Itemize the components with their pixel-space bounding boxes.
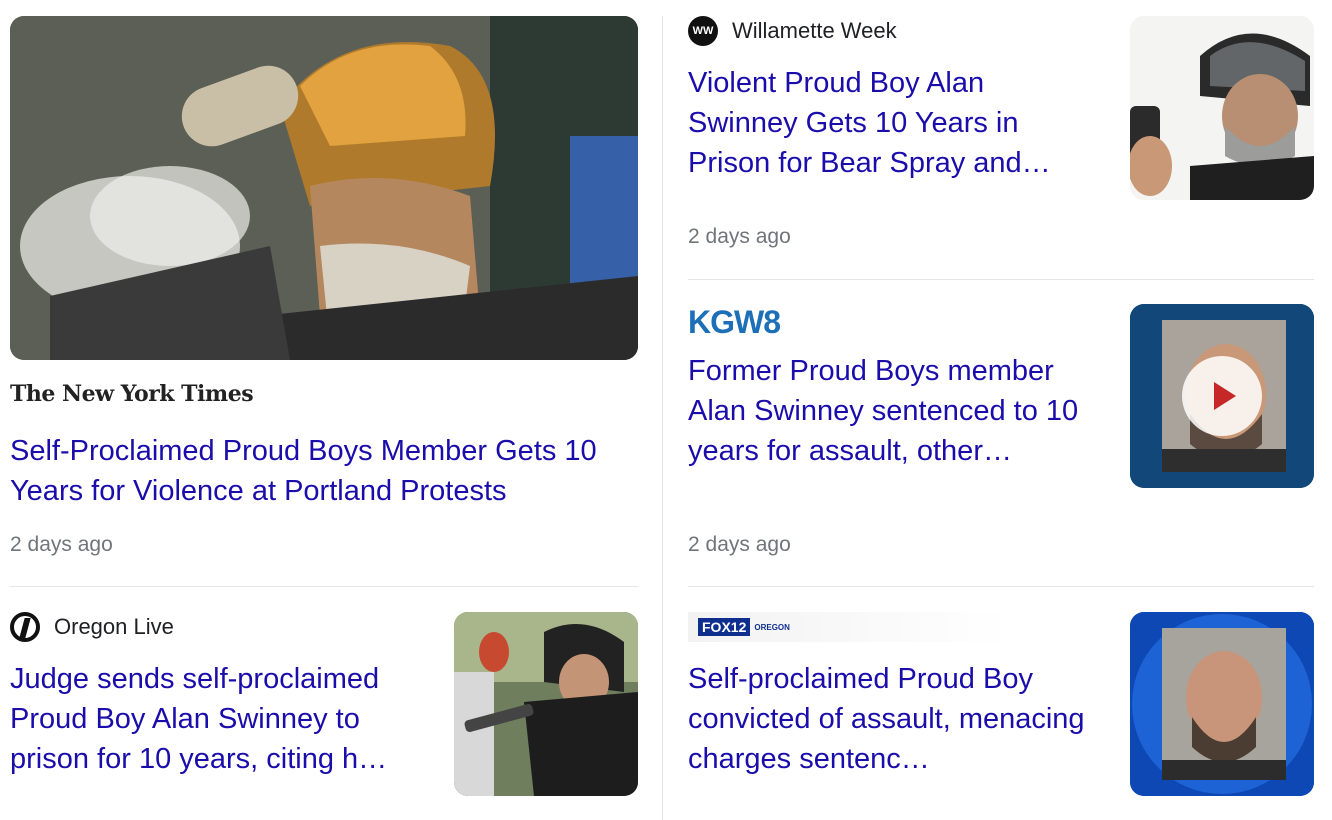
article-headline: Violent Proud Boy Alan Swinney Gets 10 Y… <box>688 67 1051 179</box>
news-card-fox12[interactable]: FOX12 OREGON Self-proclaimed Proud Boy c… <box>688 612 1314 812</box>
article-headline: Self-proclaimed Proud Boy convicted of a… <box>688 663 1085 775</box>
card-divider <box>688 586 1314 587</box>
riot-helmet-man-illustration <box>1130 16 1314 200</box>
article-headline: Self-Proclaimed Proud Boys Member Gets 1… <box>10 435 597 507</box>
oregon-live-logo-icon <box>10 612 40 642</box>
protester-with-gun-illustration <box>454 612 638 796</box>
fox12-logo: FOX12 OREGON <box>688 612 1008 642</box>
article-headline: Judge sends self-proclaimed Proud Boy Al… <box>10 663 388 775</box>
article-image <box>10 16 638 360</box>
source-name: Willamette Week <box>732 18 897 43</box>
article-thumbnail <box>1130 16 1314 200</box>
news-card-oregon-live[interactable]: Oregon Live Judge sends self-proclaimed … <box>10 612 638 812</box>
news-card-kgw8[interactable]: KGW8 Former Proud Boys member Alan Swinn… <box>688 304 1314 564</box>
news-card-nyt[interactable]: The New York Times Self-Proclaimed Proud… <box>10 16 638 561</box>
mugshot-blue-illustration <box>1130 612 1314 796</box>
article-thumbnail <box>1130 612 1314 796</box>
card-divider <box>688 279 1314 280</box>
source-name: Oregon Live <box>54 614 174 639</box>
video-thumbnail[interactable] <box>1130 304 1314 488</box>
source-logo-nyt: The New York Times <box>10 381 254 407</box>
column-divider <box>662 16 663 820</box>
news-card-willamette-week[interactable]: WW Willamette Week Violent Proud Boy Ala… <box>688 16 1314 256</box>
willamette-week-logo-icon: WW <box>688 16 718 46</box>
play-icon[interactable] <box>1182 356 1262 436</box>
article-time: 2 days ago <box>688 533 791 556</box>
helmeted-protester-illustration <box>10 16 638 360</box>
article-time: 2 days ago <box>688 225 791 248</box>
article-time: 2 days ago <box>10 533 113 556</box>
card-divider <box>10 586 638 587</box>
article-thumbnail <box>454 612 638 796</box>
kgw8-logo: KGW8 <box>688 304 781 340</box>
article-headline: Former Proud Boys member Alan Swinney se… <box>688 355 1079 467</box>
